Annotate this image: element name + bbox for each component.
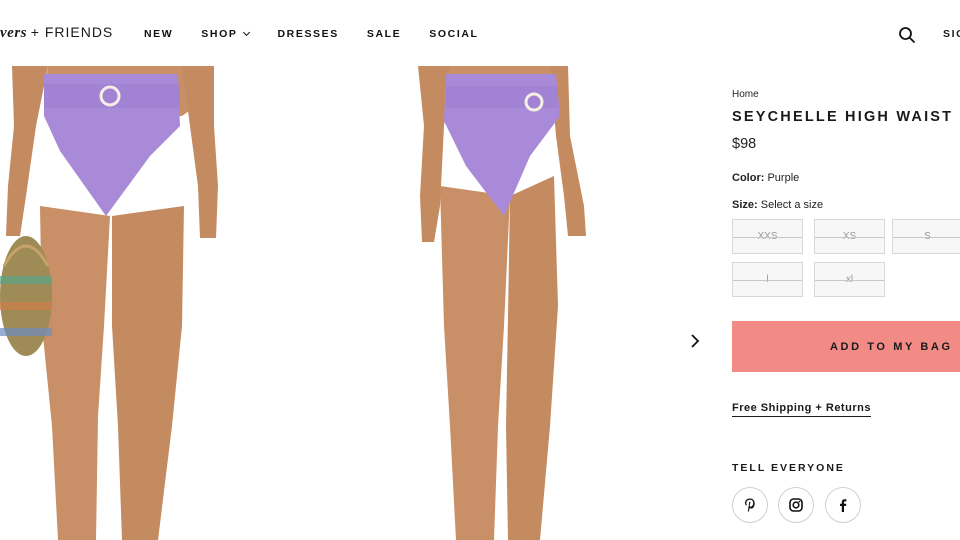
chevron-right-icon[interactable] — [688, 334, 702, 348]
size-option-xxs[interactable]: XXS — [732, 219, 803, 254]
nav-item-new[interactable]: NEW — [144, 28, 173, 40]
sign-in-link[interactable]: SIG — [943, 28, 960, 40]
model-side-illustration — [418, 66, 586, 540]
main-nav: NEW SHOP DRESSES SALE SOCIAL — [144, 28, 479, 40]
size-option-l[interactable]: l — [732, 262, 803, 297]
nav-label: SALE — [366, 28, 402, 40]
size-option-s[interactable]: S — [892, 219, 960, 254]
color-selection: Color: Purple — [732, 172, 799, 184]
pinterest-button[interactable] — [732, 487, 768, 523]
share-heading: TELL EVERYONE — [732, 462, 845, 474]
nav-label: NEW — [144, 28, 174, 40]
product-image-front[interactable] — [0, 66, 230, 540]
nav-label: SOCIAL — [429, 28, 479, 40]
size-value: Select a size — [760, 199, 824, 211]
nav-item-shop[interactable]: SHOP — [201, 28, 251, 40]
pinterest-icon — [745, 498, 755, 512]
site-logo[interactable]: vers + FRIENDS — [0, 24, 113, 42]
instagram-icon — [789, 498, 803, 512]
add-to-bag-button[interactable]: ADD TO MY BAG — [732, 321, 960, 372]
site-header: vers + FRIENDS NEW SHOP DRESSES SALE SOC… — [0, 0, 960, 66]
color-label: Color: — [732, 172, 765, 184]
size-option-xs[interactable]: XS — [814, 219, 885, 254]
free-shipping-link[interactable]: Free Shipping + Returns — [732, 402, 871, 417]
product-image-side[interactable] — [400, 66, 610, 540]
size-label: Size: — [732, 199, 758, 211]
facebook-button[interactable] — [825, 487, 861, 523]
breadcrumb[interactable]: Home — [732, 89, 759, 100]
instagram-button[interactable] — [778, 487, 814, 523]
logo-script-text: vers — [0, 25, 27, 41]
facebook-icon — [840, 499, 847, 512]
chevron-down-icon — [243, 28, 251, 37]
product-title: SEYCHELLE HIGH WAIST — [732, 109, 954, 125]
nav-item-social[interactable]: SOCIAL — [429, 28, 478, 40]
nav-item-sale[interactable]: SALE — [367, 28, 401, 40]
color-value: Purple — [767, 172, 800, 184]
nav-label: DRESSES — [277, 28, 339, 40]
logo-plain-text: + FRIENDS — [30, 24, 114, 40]
size-selection: Size: Select a size — [732, 199, 823, 211]
product-price: $98 — [732, 136, 757, 152]
size-option-xl[interactable]: xl — [814, 262, 885, 297]
search-icon[interactable] — [898, 26, 916, 44]
nav-item-dresses[interactable]: DRESSES — [277, 28, 338, 40]
nav-label: SHOP — [201, 28, 238, 40]
model-front-illustration — [0, 66, 218, 540]
